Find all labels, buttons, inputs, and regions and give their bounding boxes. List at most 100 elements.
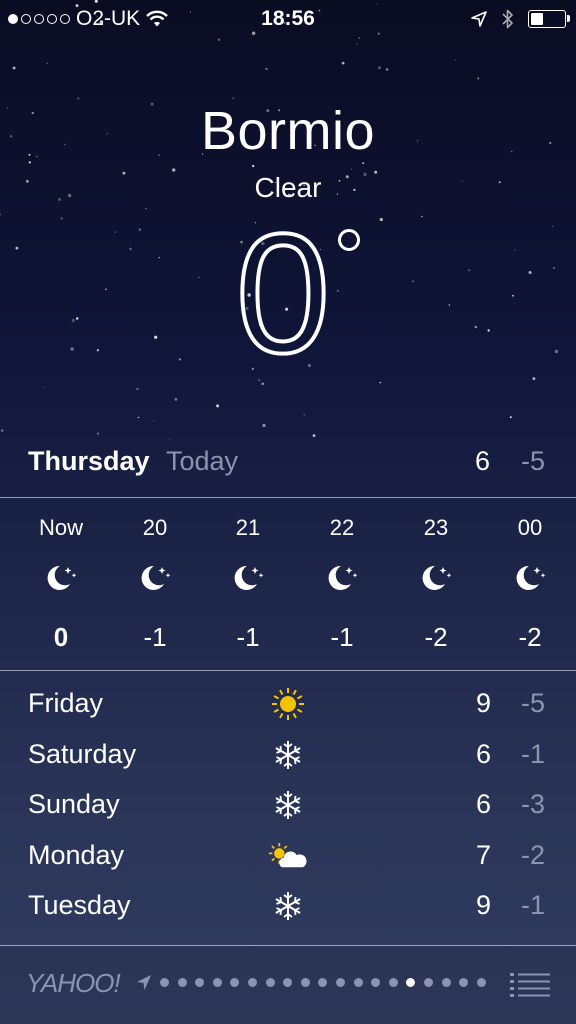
star xyxy=(262,423,266,428)
daily-day: Sunday xyxy=(28,789,120,819)
star xyxy=(153,420,155,422)
daily-row: Saturday 6 -1 xyxy=(0,733,576,784)
today-summary-row: Thursday Today 6 -5 xyxy=(0,446,576,486)
hourly-temp: -2 xyxy=(424,622,448,652)
star xyxy=(261,382,265,386)
star xyxy=(136,387,139,391)
page-dot[interactable] xyxy=(195,978,205,987)
daily-icon xyxy=(268,787,308,823)
star xyxy=(97,432,100,435)
daily-day: Monday xyxy=(28,839,125,870)
hourly-time: Now xyxy=(38,515,83,540)
hourly-temp: 0 xyxy=(53,622,69,652)
current-location-icon xyxy=(137,975,151,990)
daily-row: Friday 9 -5 xyxy=(0,682,576,733)
city-list-icon[interactable] xyxy=(510,972,550,998)
hourly-item: 23 -2 xyxy=(396,500,476,653)
star xyxy=(12,66,16,70)
hourly-time: 23 xyxy=(423,515,449,540)
page-dot[interactable] xyxy=(230,978,240,987)
star xyxy=(265,67,268,71)
star xyxy=(251,367,254,370)
daily-row: Monday 7 -2 xyxy=(0,834,576,885)
star xyxy=(379,217,383,222)
page-dot[interactable] xyxy=(283,978,293,987)
partly-cloudy-icon xyxy=(268,842,307,867)
page-dot[interactable] xyxy=(318,978,328,987)
hourly-icon xyxy=(21,562,101,602)
hourly-temp: -1 xyxy=(330,622,354,652)
star xyxy=(169,438,171,440)
battery-icon xyxy=(528,10,570,28)
divider xyxy=(0,497,576,498)
snowflake-icon xyxy=(275,740,301,769)
daily-high: 9 xyxy=(476,890,492,920)
star xyxy=(0,213,2,216)
page-dot[interactable] xyxy=(212,978,222,987)
degree-symbol xyxy=(338,229,360,251)
hourly-forecast[interactable]: Now 0 20 -1 21 -1 22 -1 23 -2 00 -2 xyxy=(0,500,576,670)
daily-low: -5 xyxy=(521,688,546,718)
location-services-icon xyxy=(471,11,487,27)
star xyxy=(509,416,512,419)
city-name: Bormio xyxy=(200,101,376,161)
page-dot[interactable] xyxy=(441,978,451,987)
star xyxy=(252,164,255,168)
star xyxy=(379,381,382,384)
star xyxy=(385,68,389,71)
star xyxy=(312,434,316,437)
page-dot[interactable] xyxy=(353,978,363,987)
star xyxy=(307,363,311,368)
page-dot[interactable] xyxy=(476,978,486,987)
page-dot[interactable] xyxy=(265,978,275,987)
page-dot[interactable] xyxy=(177,978,187,987)
daily-icon xyxy=(268,838,308,874)
today-low: -5 xyxy=(521,446,546,476)
page-dot[interactable] xyxy=(300,978,310,987)
star xyxy=(378,66,381,70)
page-dot[interactable] xyxy=(160,978,169,987)
daily-icon xyxy=(268,737,308,773)
daily-day: Friday xyxy=(28,688,104,718)
star xyxy=(43,387,46,389)
hourly-time: 20 xyxy=(142,515,168,540)
page-dot[interactable] xyxy=(247,978,257,987)
daily-forecast: Friday 9 -5 Saturday 6 -1 Sunday 6 -3 Monday 7 -2 Tu… xyxy=(0,682,576,935)
hourly-icon xyxy=(490,562,570,602)
sun-icon xyxy=(272,688,304,720)
star xyxy=(174,398,178,401)
hourly-item: 00 -2 xyxy=(490,500,570,653)
hourly-time: 22 xyxy=(329,515,355,540)
hourly-time: 21 xyxy=(235,515,261,540)
daily-row: Sunday 6 -3 xyxy=(0,783,576,834)
today-label: Today xyxy=(166,446,239,476)
daily-icon xyxy=(268,888,308,924)
hourly-temp: -1 xyxy=(143,622,167,652)
moon-stars-icon xyxy=(234,565,264,590)
star xyxy=(145,207,147,210)
divider xyxy=(0,670,576,671)
page-dot[interactable] xyxy=(388,978,398,987)
daily-day: Saturday xyxy=(28,738,137,769)
hourly-item: Now 0 xyxy=(21,500,101,653)
current-temperature-value: 0 xyxy=(236,222,331,362)
current-temperature: 0 xyxy=(234,222,360,362)
star xyxy=(341,61,345,65)
star xyxy=(232,97,235,100)
daily-low: -2 xyxy=(521,839,546,870)
page-dot[interactable] xyxy=(459,978,469,987)
yahoo-logo[interactable]: YAHOO! xyxy=(26,968,121,999)
daily-high: 6 xyxy=(476,789,492,819)
page-dot[interactable] xyxy=(335,978,345,987)
page-dot[interactable] xyxy=(371,978,381,987)
star xyxy=(137,416,140,419)
star xyxy=(60,217,63,220)
star xyxy=(258,379,261,382)
daily-low: -1 xyxy=(521,890,546,920)
page-indicator[interactable] xyxy=(160,978,486,987)
page-dot[interactable] xyxy=(423,978,433,987)
star xyxy=(216,404,220,408)
moon-stars-icon xyxy=(328,565,358,590)
page-dot[interactable] xyxy=(406,978,416,987)
star xyxy=(350,168,353,170)
